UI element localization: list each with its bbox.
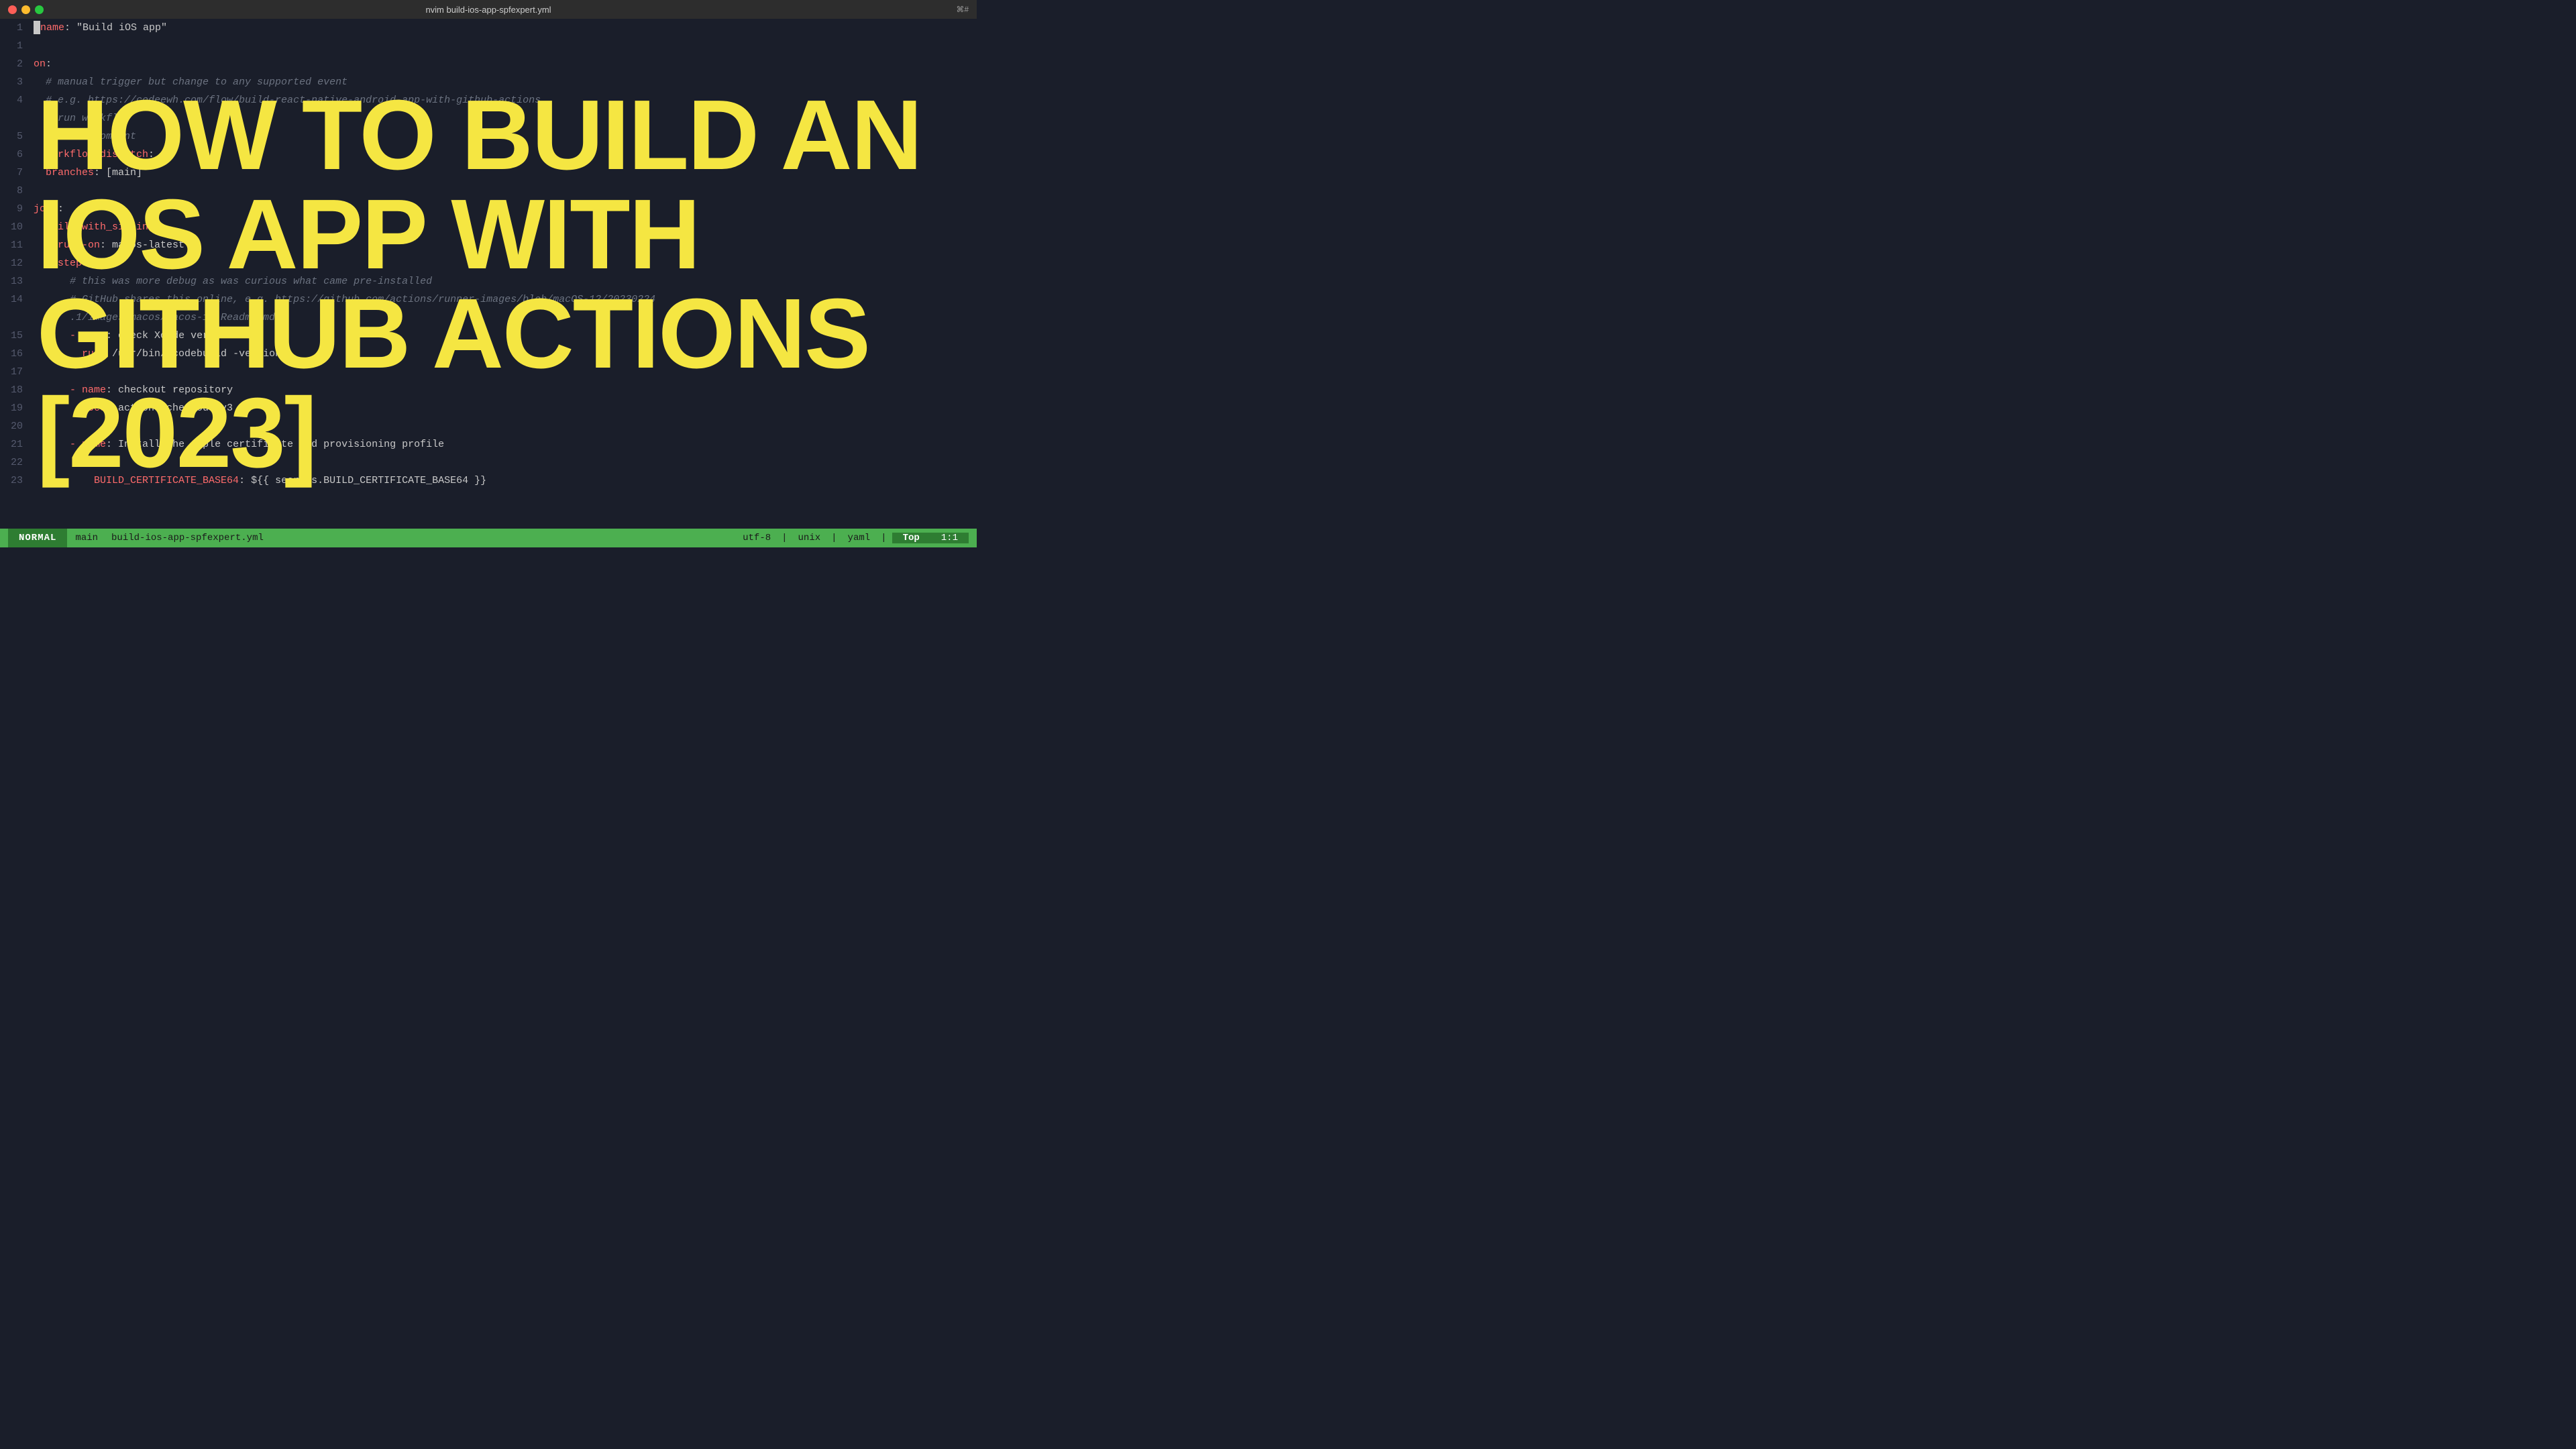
code-line-17: 17 [0, 363, 977, 381]
code-line-1: 1 name: "Build iOS app" [0, 19, 977, 37]
shortcut-hint: ⌘# [956, 5, 969, 14]
status-bar: NORMAL main build-ios-app-spfexpert.yml … [0, 529, 977, 547]
maximize-button[interactable] [35, 5, 44, 14]
code-line-4cont: # run workflow [0, 109, 977, 127]
status-mode: NORMAL [8, 529, 67, 547]
code-line-16: 16 run: /usr/bin/xcodebuild -version [0, 345, 977, 363]
status-top: Top [892, 533, 930, 543]
code-line-9: 9 jobs: [0, 200, 977, 218]
status-separator1: | [776, 533, 792, 543]
status-filename: build-ios-app-spfexpert.yml [106, 533, 269, 543]
window-title: nvim build-ios-app-spfexpert.yml [425, 5, 551, 15]
code-line-5: 5 # addat comment [0, 127, 977, 146]
code-line-14cont: .1/images/macos/macos-12-Readme.md [0, 309, 977, 327]
code-line-12: 12 steps: [0, 254, 977, 272]
code-line-19: 19 uses: actions/checkout@v3 [0, 399, 977, 417]
code-line-4: 4 # e.g. https://codeewh.com/flow/build-… [0, 91, 977, 109]
code-line-11: 11 runs-on: macos-latest [0, 236, 977, 254]
code-line-3: 3 # manual trigger but change to any sup… [0, 73, 977, 91]
code-line-22: 22 env: [0, 453, 977, 472]
code-line-10: 10 build_with_signing: [0, 218, 977, 236]
code-line-21: 21 - name: Install the Apple certificate… [0, 435, 977, 453]
code-line-7: 7 branches: [main] [0, 164, 977, 182]
code-line-8: 8 [0, 182, 977, 200]
status-position: 1:1 [930, 533, 969, 543]
status-branch: main [67, 533, 106, 543]
code-line-15: 15 - name: check Xcode version [0, 327, 977, 345]
status-separator3: | [875, 533, 892, 543]
code-line-2: 2 on: [0, 55, 977, 73]
code-line-14: 14 # GitHub shares this online, e.g. htt… [0, 290, 977, 309]
status-lineending: unix [793, 533, 826, 543]
code-line-blank1: 1 [0, 37, 977, 55]
title-bar: nvim build-ios-app-spfexpert.yml ⌘# [0, 0, 977, 19]
code-line-23: 23 BUILD_CERTIFICATE_BASE64: ${{ secrets… [0, 472, 977, 490]
code-line-6: 6 workflow_dispatch: [0, 146, 977, 164]
minimize-button[interactable] [21, 5, 30, 14]
traffic-lights [8, 5, 44, 14]
status-separator2: | [826, 533, 842, 543]
editor[interactable]: HOW TO BUILD AN IOS APP WITH GITHUB ACTI… [0, 19, 977, 529]
status-right: utf-8 | unix | yaml | Top 1:1 [737, 533, 969, 543]
status-filetype: yaml [843, 533, 876, 543]
code-line-20: 20 [0, 417, 977, 435]
code-line-13: 13 # this was more debug as was curious … [0, 272, 977, 290]
code-line-18: 18 - name: checkout repository [0, 381, 977, 399]
code-content: 1 name: "Build iOS app" 1 2 on: 3 # manu… [0, 19, 977, 490]
status-encoding: utf-8 [737, 533, 776, 543]
close-button[interactable] [8, 5, 17, 14]
